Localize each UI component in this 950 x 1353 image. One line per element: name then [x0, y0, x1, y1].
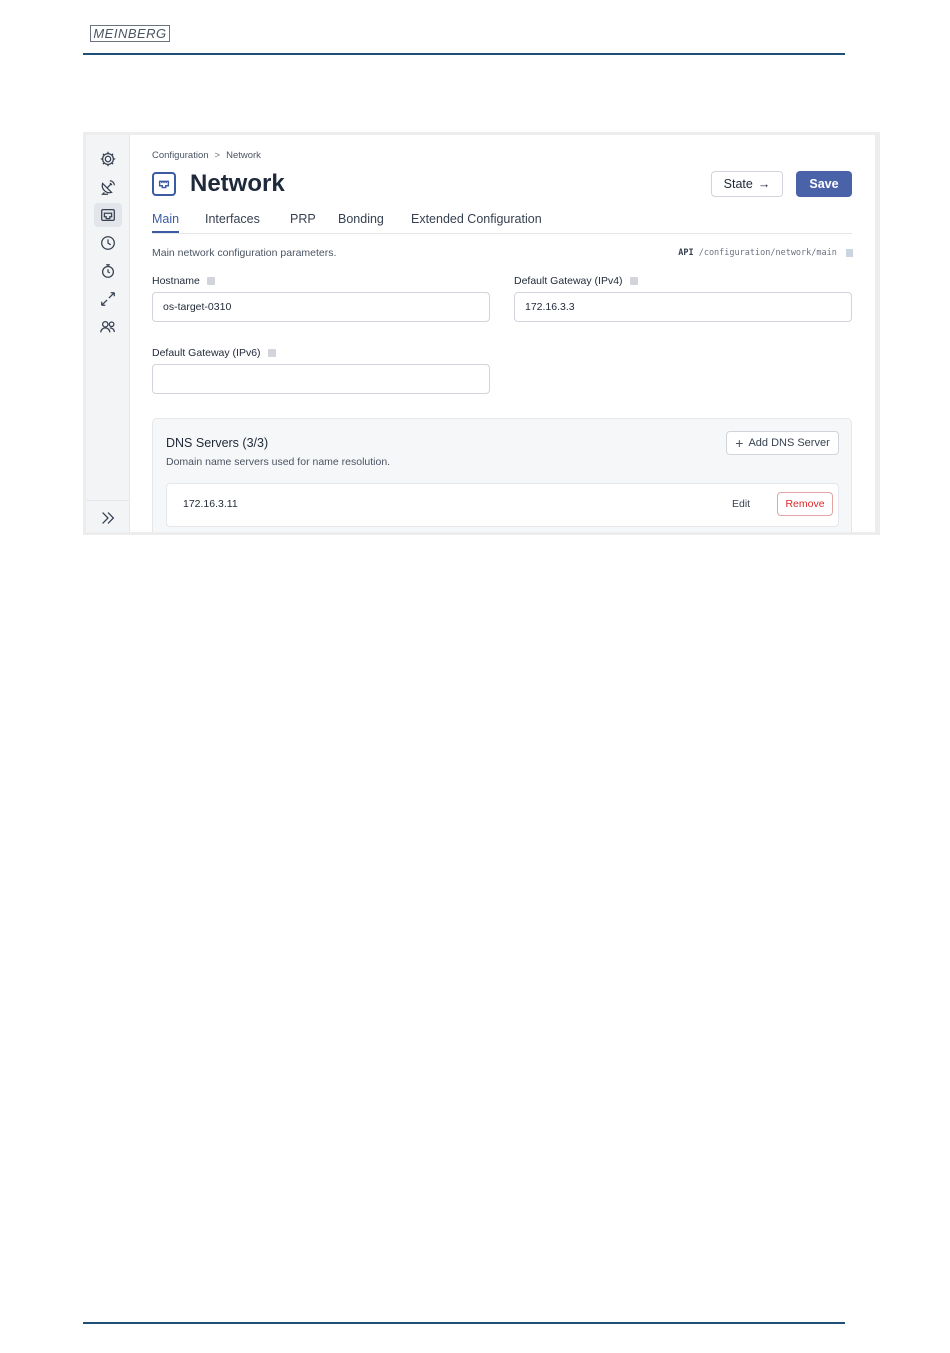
tab-prp[interactable]: PRP [290, 212, 316, 233]
sidebar-item-receiver[interactable] [94, 175, 122, 199]
info-icon[interactable] [629, 277, 638, 286]
sidebar-item-timer[interactable] [94, 259, 122, 283]
satellite-dish-icon [101, 180, 115, 195]
network-page-icon [152, 172, 176, 196]
footer-rule [83, 1322, 845, 1324]
gateway-ipv6-input[interactable] [152, 364, 490, 394]
gear-icon [100, 151, 116, 167]
plus-icon: + [735, 435, 744, 451]
dns-server-address: 172.16.3.11 [183, 498, 238, 510]
add-dns-server-button[interactable]: + Add DNS Server [726, 431, 839, 455]
info-icon[interactable] [267, 349, 276, 358]
header-rule [83, 53, 845, 55]
state-button-label: State [723, 177, 753, 191]
gateway-ipv6-label: Default Gateway (IPv6) [152, 347, 276, 359]
breadcrumb-separator: > [214, 150, 221, 161]
api-label: API [678, 248, 694, 258]
dns-servers-title: DNS Servers (3/3) [166, 436, 269, 450]
gateway-ipv4-input[interactable]: 172.16.3.3 [514, 292, 852, 322]
hostname-label: Hostname [152, 275, 215, 287]
sidebar-expand-button[interactable] [94, 506, 122, 530]
sidebar-divider [86, 500, 129, 501]
breadcrumb-configuration[interactable]: Configuration [152, 150, 209, 161]
tab-interfaces[interactable]: Interfaces [205, 212, 260, 233]
edit-dns-button[interactable]: Edit [732, 498, 750, 510]
network-port-icon [101, 208, 115, 222]
save-button[interactable]: Save [796, 171, 852, 197]
state-button[interactable]: State → [711, 171, 783, 197]
api-path[interactable]: API /configuration/network/main [678, 248, 853, 258]
api-path-text: /configuration/network/main [698, 248, 837, 258]
sidebar-item-users[interactable] [94, 315, 122, 339]
screenshot-frame: Configuration > Network Network State → Sa… [83, 132, 880, 535]
gateway-ipv4-label: Default Gateway (IPv4) [514, 275, 638, 287]
main-panel: Configuration > Network Network State → Sa… [130, 135, 875, 532]
arrows-diagonal-icon [101, 292, 115, 306]
sidebar-item-system[interactable] [94, 147, 122, 171]
tab-main[interactable]: Main [152, 212, 180, 233]
dns-server-row: 172.16.3.11 Edit Remove [166, 483, 839, 527]
arrow-right-icon: → [757, 177, 771, 191]
breadcrumb: Configuration > Network [152, 150, 261, 161]
info-icon[interactable] [206, 277, 215, 286]
copy-icon[interactable] [846, 248, 853, 257]
hostname-input[interactable]: os-target-0310 [152, 292, 490, 322]
section-description: Main network configuration parameters. [152, 247, 337, 259]
tab-bar: Main Interfaces PRP Bonding Extended Con… [152, 212, 852, 234]
dns-servers-description: Domain name servers used for name resolu… [166, 456, 391, 468]
tab-bonding[interactable]: Bonding [338, 212, 384, 233]
sidebar-item-time[interactable] [94, 231, 122, 255]
meinberg-logo: MEINBERG [90, 25, 170, 42]
dns-servers-panel: DNS Servers (3/3) Domain name servers us… [152, 418, 852, 532]
sidebar-item-io[interactable] [94, 287, 122, 311]
page-title: Network [190, 170, 285, 197]
breadcrumb-network: Network [226, 150, 261, 161]
sidebar-item-network[interactable] [94, 203, 122, 227]
stopwatch-icon [101, 264, 115, 278]
tab-extended-configuration[interactable]: Extended Configuration [411, 212, 542, 233]
remove-dns-button[interactable]: Remove [777, 492, 833, 516]
users-icon [100, 320, 115, 333]
sidebar [86, 135, 130, 532]
add-dns-server-label: Add DNS Server [748, 437, 830, 449]
clock-icon [101, 236, 115, 250]
chevrons-right-icon [102, 512, 115, 524]
